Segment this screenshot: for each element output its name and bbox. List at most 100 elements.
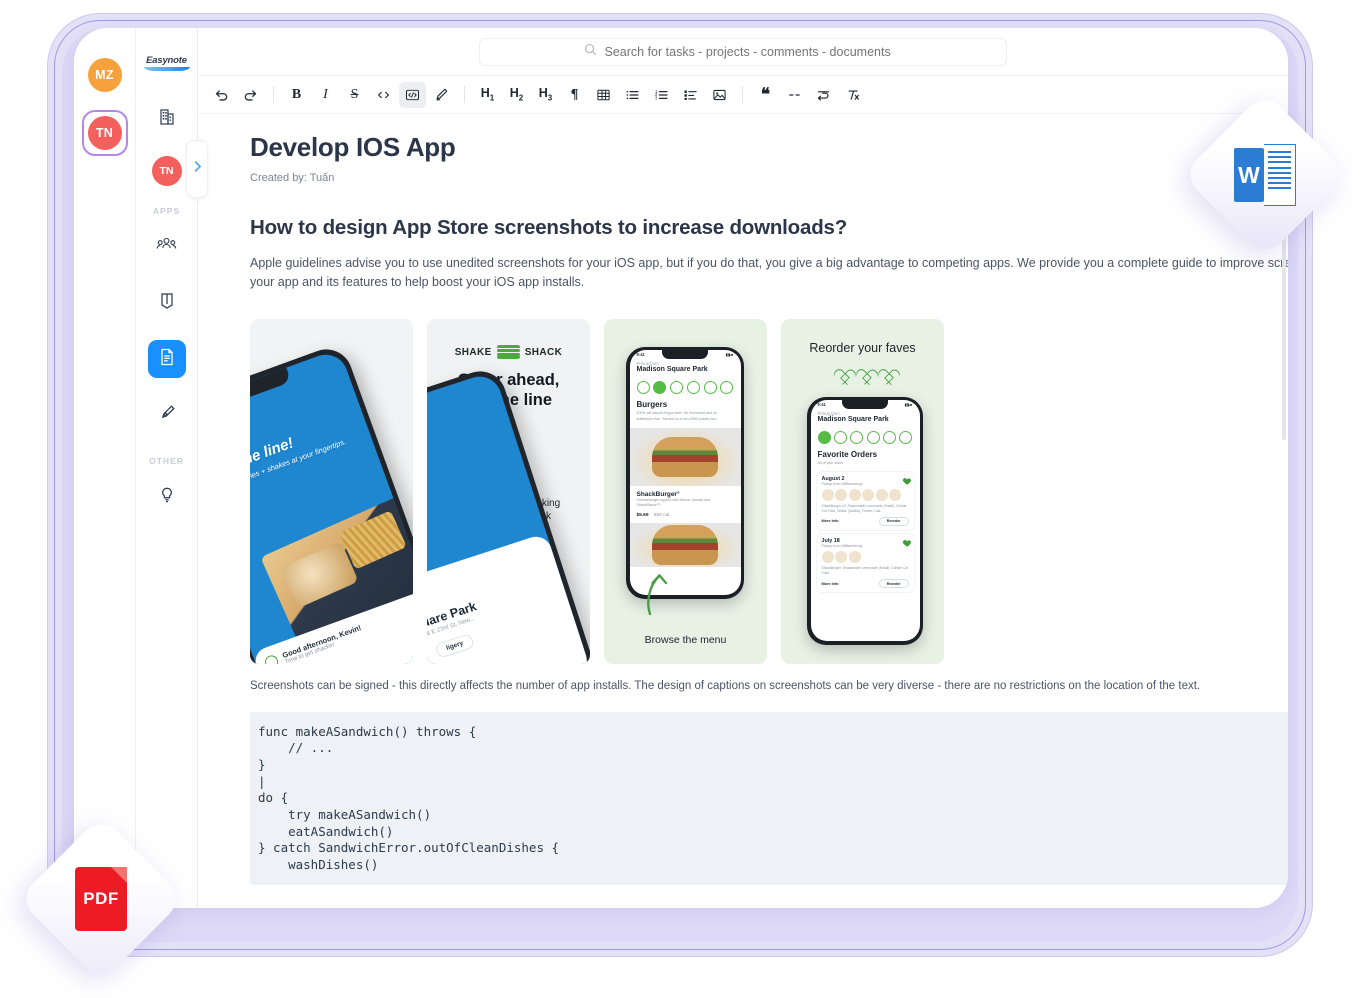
heart-filled-icon[interactable] [902,538,909,545]
chevron-right-icon [193,160,202,178]
gallery-item-browse-the-menu[interactable]: 9:41 ▮▮▰ Pickup from Madison Square Park [604,318,767,664]
workspace-avatar-tn[interactable]: TN [81,110,128,156]
h3-glyph: H3 [538,86,553,103]
sidebar-collapse-toggle[interactable] [186,140,208,198]
gallery-item-cut-the-line[interactable]: Cut the line! Burgers, fries + shakes at… [250,318,413,664]
code-block-button[interactable] [399,81,426,108]
strikethrough-button[interactable]: S [341,82,368,108]
sidebar-item-documents[interactable] [147,340,186,378]
order-card[interactable]: July 18 Pickup from Williamsburg ShackBu… [817,534,914,592]
menu-button: Menu [427,647,430,664]
code-block[interactable]: func makeASandwich() throws { // ... } |… [250,711,1288,886]
bold-button[interactable]: B [283,82,310,108]
global-search[interactable] [479,37,1007,66]
sidebar-section-other: OTHER [149,456,184,466]
more-info-button[interactable]: More Info [822,582,839,586]
pickup-header: Pickup from Madison Square Park [811,409,920,427]
gallery-item-reorder-faves[interactable]: Reorder your faves 9:41 ▮▮▰ Pickup from … [781,318,944,664]
building-icon [157,107,177,132]
reorder-button[interactable]: Reorder [878,516,909,527]
phone-mockup: Cut the line! Burgers, fries + shakes at… [250,341,413,664]
toolbar-separator [273,86,274,103]
pickup-header: Pickup from Madison Square Park [630,359,741,377]
section-title: Favorite Orders [817,450,878,460]
phone-notch-icon [662,350,708,360]
heading-1-button[interactable]: H1 [474,82,501,108]
table-button[interactable] [590,82,617,108]
status-time: 9:41 [817,402,826,408]
recent-icon [636,381,650,395]
image-button[interactable] [706,82,733,108]
h2-glyph: H2 [509,86,524,103]
task-list-button[interactable] [677,82,704,108]
status-time: 9:41 [636,352,645,358]
burger-icon [496,344,520,360]
item-description: Cheeseburger topped with lettuce, tomato… [636,498,711,508]
italic-button[interactable]: I [312,82,339,108]
heart-row [781,363,944,379]
reorder-button[interactable]: Reorder [878,579,909,589]
section-description: 100% all-natural Angus beef. No hormones… [636,411,718,421]
sidebar-item-board[interactable] [148,284,186,322]
fries-category-icon [866,431,880,445]
sidebar-item-workspace[interactable] [148,100,186,138]
workspace-avatar-rail: MZ TN [74,28,136,908]
image-gallery: Cut the line! Burgers, fries + shakes at… [250,318,1288,664]
section-description: All of your faves [817,461,844,466]
sidebar-item-ideas[interactable] [148,478,186,516]
sidebar-item-team[interactable] [148,228,186,266]
page-title: Develop IOS App [250,132,456,162]
more-info-button[interactable]: More Info [822,519,839,523]
document-paragraph: Apple guidelines advise you to use unedi… [250,256,1288,290]
app-shell: MZ TN Easynote TN APPS OTHER Search for … [74,28,1288,908]
order-pickup: Pickup from Williamsburg [821,481,863,486]
fries-category-icon [686,381,700,395]
order-card[interactable]: August 2 Pickup from Williamsburg ShackB… [817,472,914,530]
shot-title: Reorder your faves [809,340,916,355]
order-thumbnails [821,551,909,564]
shake-shack-logo: SHAKE SHACK [427,344,590,360]
badge-inner: W [1234,144,1296,206]
burger-category-icon [833,431,847,445]
clear-format-button[interactable] [839,82,866,108]
highlighter-button[interactable] [428,82,455,108]
horizontal-rule-button[interactable] [781,82,808,108]
inline-code-button[interactable] [370,82,397,108]
heart-icon [876,363,893,379]
pen-icon [157,403,177,428]
heading-3-button[interactable]: H3 [532,82,559,108]
document-caption: Screenshots can be signed - this directl… [250,679,1201,692]
hotdog-category-icon [850,431,864,445]
org-avatar-initials: TN [159,165,174,177]
arrow-up-icon [647,573,668,615]
main-column: B I S [198,28,1288,908]
menu-item: ShackBurger° Cheeseburger topped with le… [630,486,741,519]
heart-icon [854,363,871,379]
line-break-button[interactable] [810,82,837,108]
brand-name: Easynote [146,55,187,66]
easynote-logo[interactable]: Easynote [141,48,193,78]
bullet-list-button[interactable] [619,82,646,108]
pdf-fold-corner [111,867,127,883]
search-input[interactable] [602,43,903,60]
top-bar [198,28,1288,76]
heart-filled-icon[interactable] [902,476,909,483]
blockquote-button[interactable]: ❝ [752,82,779,108]
menu-section: Burgers 100% all-natural Angus beef. No … [630,399,741,423]
paragraph-button[interactable]: ¶ [561,82,588,108]
phone-mockup: 9:41 ▮▮▰ Pickup from Madison Square Park [626,346,744,599]
ordered-list-button[interactable]: 1 2 3 [648,82,675,108]
sidebar-org-avatar[interactable]: TN [151,156,182,186]
workspace-avatar-mz[interactable]: MZ [84,54,126,96]
editor-toolbar: B I S H1 H2 H3 ¶ 1 2 3 ❝ [198,76,1288,114]
order-actions: More Info Reorder [822,579,909,589]
document-scroll-area[interactable]: Develop IOS App Created by: Tuấn How to … [198,114,1288,908]
undo-button[interactable] [208,82,235,108]
sidebar-section-apps: APPS [152,206,181,216]
heading-2-button[interactable]: H2 [503,82,530,108]
word-lines-icon [1264,144,1296,206]
order-items: ShackBurger, Shackmade Lemonade (Small),… [821,566,909,576]
redo-button[interactable] [237,82,264,108]
sidebar-item-notes[interactable] [148,396,186,434]
gallery-item-order-ahead[interactable]: SHAKE SHACK Order ahead, cut the line St… [427,318,590,664]
